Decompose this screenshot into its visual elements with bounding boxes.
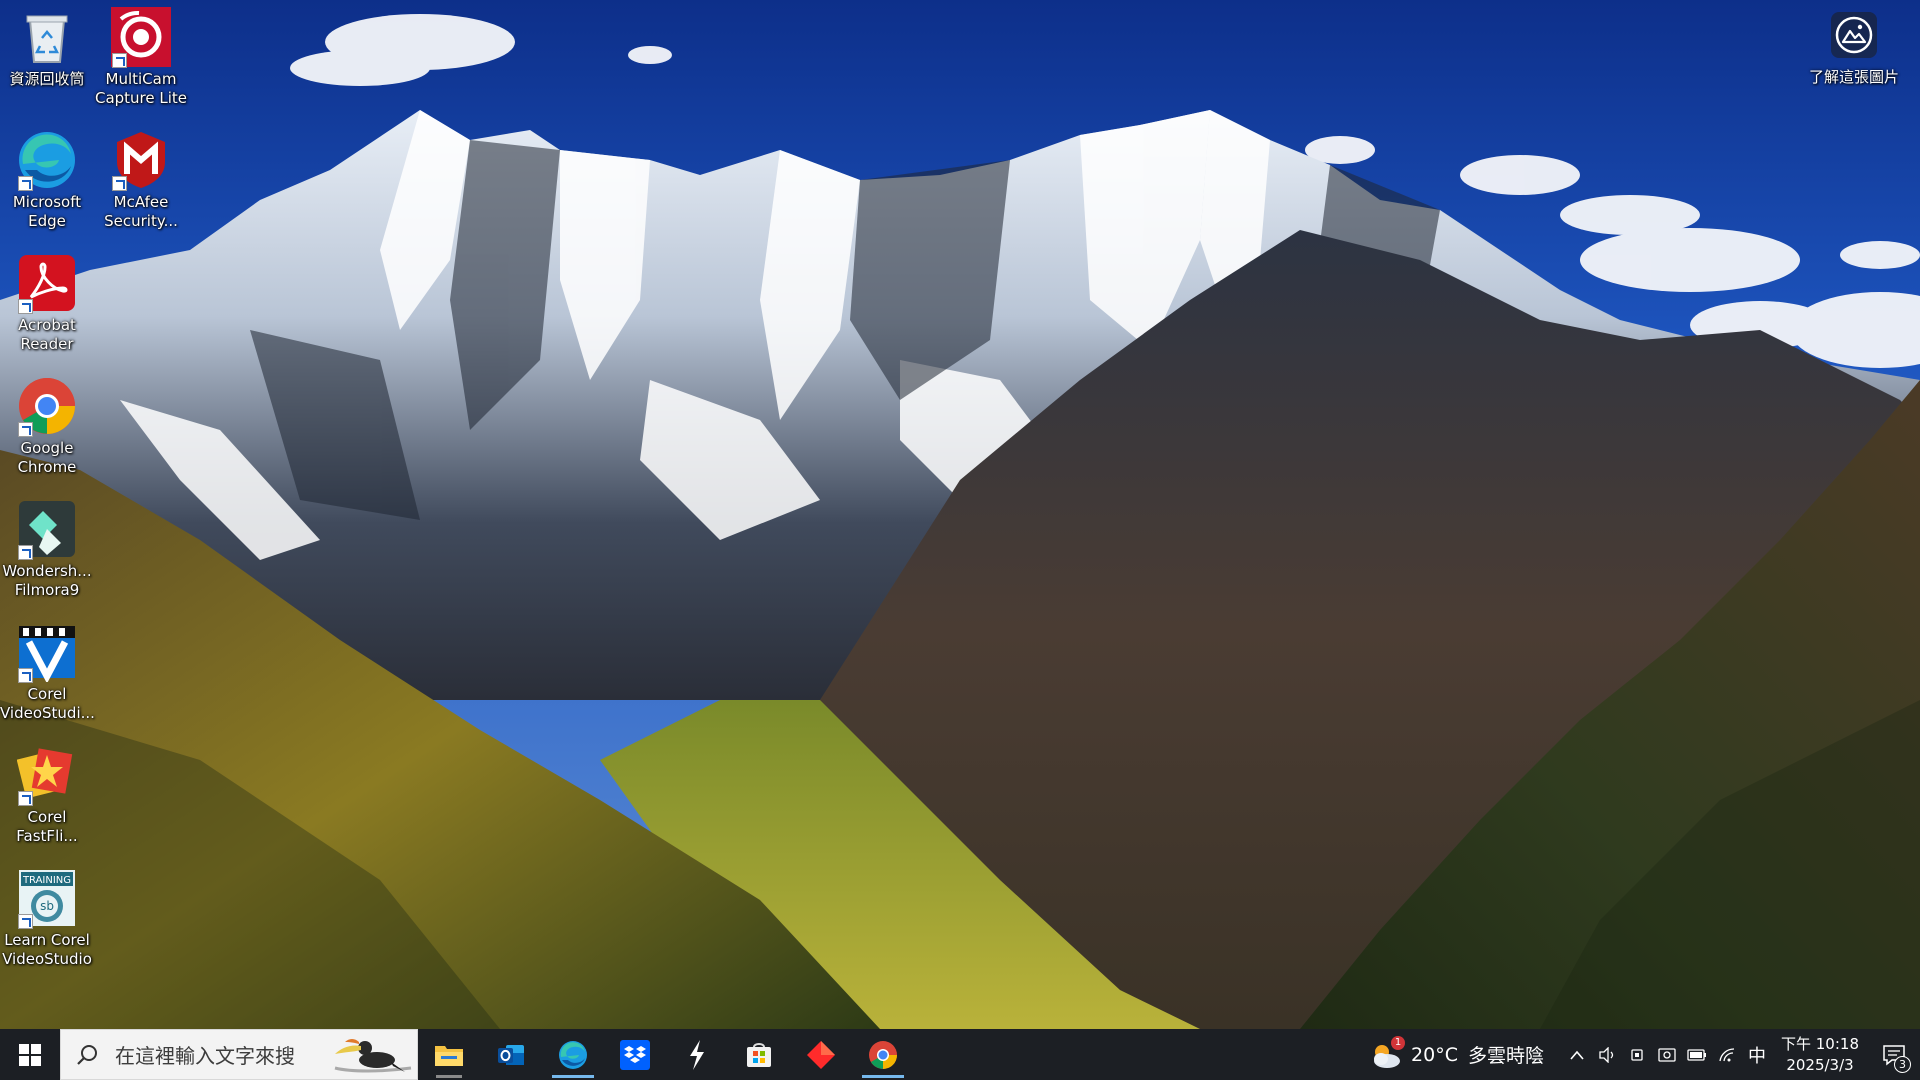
desktop-icon-label: McAfee Security...: [104, 193, 178, 230]
weather-condition: 多雲時陰: [1467, 1045, 1544, 1067]
edge-icon: [559, 1040, 587, 1069]
clock[interactable]: 下午 10:18 2025/3/3: [1772, 1034, 1868, 1076]
camera-icon: [1831, 12, 1877, 58]
weather-widget[interactable]: 1 20°C 多雲時陰: [1359, 1029, 1554, 1080]
shortcut-arrow-icon: [18, 422, 33, 437]
taskbar-app-dropbox[interactable]: [604, 1029, 666, 1080]
taskbar-app-edge[interactable]: [542, 1029, 604, 1080]
shortcut-arrow-icon: [18, 545, 33, 560]
weather-temperature: 20°C: [1411, 1043, 1458, 1066]
folder-icon: [435, 1045, 463, 1066]
shortcut-arrow-icon: [112, 176, 127, 191]
tray-device-button[interactable]: [1622, 1029, 1652, 1080]
svg-text:TRAINING: TRAINING: [22, 875, 71, 886]
tray-meet-button[interactable]: [1652, 1029, 1682, 1080]
desktop-icon-label: Microsoft Edge: [12, 193, 82, 230]
search-placeholder: 在這裡輸入文字來搜: [115, 1044, 295, 1068]
show-hidden-icons-button[interactable]: [1562, 1029, 1592, 1080]
outlook-icon: [498, 1044, 524, 1065]
filmora-icon: [16, 498, 78, 560]
taskbar-app-store[interactable]: [728, 1029, 790, 1080]
shortcut-arrow-icon: [18, 914, 33, 929]
wallpaper: [0, 0, 1920, 1029]
desktop-icon-recycle-bin[interactable]: 資源回收筒: [0, 0, 94, 118]
search-icon: [77, 1044, 97, 1065]
desktop-icon-learn-corel[interactable]: TRAINING sb Learn Corel VideoStudio: [0, 861, 94, 979]
taskbar-app-file-explorer[interactable]: [418, 1029, 480, 1080]
system-tray: 1 20°C 多雲時陰 中 下午 10:18 2025/3/3 3: [1359, 1029, 1920, 1080]
recycle-bin-icon: [16, 6, 78, 68]
taskbar-app-outlook[interactable]: [480, 1029, 542, 1080]
corel-videostudio-icon: [16, 621, 78, 683]
multicam-icon: [110, 6, 172, 68]
clock-time: 下午 10:18: [1781, 1034, 1859, 1053]
shortcut-arrow-icon: [18, 791, 33, 806]
taskbar-search-box[interactable]: 在這裡輸入文字來搜: [60, 1029, 418, 1080]
taskbar: 在這裡輸入文字來搜 1 20°C 多雲時陰 中 下午 10:18 2025/3/…: [0, 1029, 1920, 1080]
edge-icon: [16, 129, 78, 191]
desktop-icon-filmora[interactable]: Wondersh... Filmora9: [0, 492, 94, 610]
learn-corel-icon: TRAINING sb: [16, 867, 78, 929]
speaker-icon: [1599, 1046, 1614, 1063]
shortcut-arrow-icon: [18, 668, 33, 683]
windows-logo-icon: [19, 1043, 41, 1066]
corel-fastflick-icon: [16, 744, 78, 806]
taskbar-app-bolt[interactable]: [666, 1029, 728, 1080]
desktop-icon-label: Corel VideoStudi...: [0, 685, 95, 722]
store-icon: [747, 1042, 771, 1067]
hornbill-search-highlight-icon: [334, 1039, 412, 1073]
chevron-up-icon: [1570, 1050, 1584, 1060]
dropbox-icon: [620, 1039, 650, 1070]
desktop-icon-edge[interactable]: Microsoft Edge: [0, 123, 94, 241]
volume-button[interactable]: [1592, 1029, 1622, 1080]
shortcut-arrow-icon: [18, 299, 33, 314]
desktop[interactable]: 資源回收筒 MultiCam Capture Lite Microsoft Ed…: [0, 0, 1920, 1029]
wifi-icon: [1719, 1047, 1735, 1061]
chrome-icon: [869, 1040, 897, 1069]
desktop-icon-label: Acrobat Reader: [18, 316, 76, 353]
weather-alert-badge: 1: [1391, 1035, 1406, 1050]
battery-button[interactable]: [1682, 1029, 1712, 1080]
desktop-icon-label: Learn Corel VideoStudio: [2, 931, 92, 968]
desktop-icon-label: 資源回收筒: [9, 70, 85, 88]
svg-text:sb: sb: [40, 899, 54, 913]
acrobat-icon: [16, 252, 78, 314]
desktop-icon-label: MultiCam Capture Lite: [94, 70, 188, 107]
battery-icon: [1687, 1048, 1706, 1061]
desktop-icon-mcafee[interactable]: McAfee Security...: [94, 123, 188, 241]
ime-label: 中: [1748, 1045, 1766, 1067]
learn-about-picture-label: 了解這張圖片: [1808, 68, 1899, 86]
taskbar-app-chrome[interactable]: [852, 1029, 914, 1080]
desktop-icon-corel-fastflick[interactable]: Corel FastFli...: [0, 738, 94, 856]
desktop-icon-corel-videostudio[interactable]: Corel VideoStudi...: [0, 615, 95, 733]
desktop-icon-label: Google Chrome: [17, 439, 77, 476]
input-method-button[interactable]: 中: [1742, 1029, 1772, 1080]
network-button[interactable]: [1712, 1029, 1742, 1080]
desktop-icon-acrobat[interactable]: Acrobat Reader: [0, 246, 94, 364]
weather-cloud-icon: 1: [1369, 1035, 1406, 1070]
meet-now-icon: [1658, 1047, 1676, 1062]
desktop-icon-chrome[interactable]: Google Chrome: [0, 369, 94, 487]
desktop-icon-multicam[interactable]: MultiCam Capture Lite: [94, 0, 188, 118]
taskbar-app-red-diamond[interactable]: [790, 1029, 852, 1080]
red-diamond-icon: [807, 1040, 835, 1069]
notification-count-badge: 3: [1894, 1056, 1911, 1073]
mcafee-icon: [110, 129, 172, 191]
shortcut-arrow-icon: [112, 53, 127, 68]
learn-about-picture-button[interactable]: 了解這張圖片: [1794, 12, 1914, 87]
desktop-icon-label: Corel FastFli...: [16, 808, 78, 845]
notification-center-button[interactable]: 3: [1868, 1029, 1920, 1080]
usb-device-icon: [1631, 1048, 1643, 1061]
desktop-icon-label: Wondersh... Filmora9: [2, 562, 92, 599]
clock-date: 2025/3/3: [1786, 1055, 1854, 1074]
bolt-icon: [690, 1039, 704, 1070]
shortcut-arrow-icon: [18, 176, 33, 191]
start-button[interactable]: [0, 1029, 60, 1080]
chrome-icon: [16, 375, 78, 437]
